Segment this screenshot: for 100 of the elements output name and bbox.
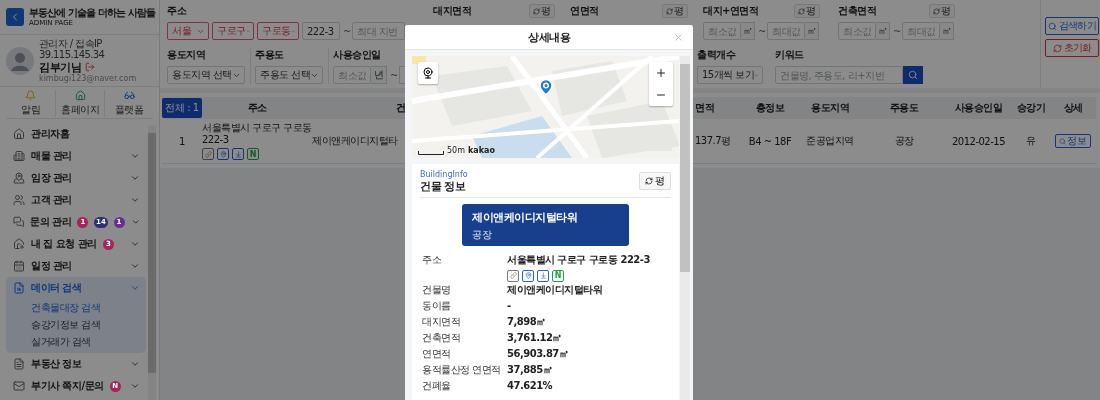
naver-link[interactable]: N	[552, 269, 564, 282]
user-email: kimbugi123@naver.com	[39, 73, 138, 84]
house-plus-icon	[13, 238, 25, 250]
info-button[interactable]: 정보	[1055, 134, 1091, 148]
table-cell: 1	[179, 135, 185, 147]
quick-link[interactable]: 플랫폼	[104, 90, 153, 117]
search-button[interactable]	[903, 66, 923, 84]
plus-icon	[655, 67, 668, 79]
refresh-icon	[666, 7, 673, 15]
chevron-down-icon[interactable]	[130, 195, 140, 205]
chevron-down-icon[interactable]	[130, 261, 140, 271]
table-cell: 제이앤케이디지털타	[312, 134, 398, 148]
menu-item[interactable]: 매물 관리	[31, 149, 72, 163]
info-label: 주소	[422, 252, 442, 267]
input-field[interactable]	[399, 66, 405, 84]
unit-toggle[interactable]: 평	[794, 4, 820, 18]
dropdown[interactable]: 서울	[167, 22, 209, 40]
column-header: 층정보	[755, 101, 785, 115]
dropdown[interactable]: 주용도 선택	[255, 66, 323, 84]
chevron-down-icon[interactable]	[130, 283, 140, 293]
table-cell: 서울특별시 구로구 구로동 222-3	[202, 122, 312, 146]
info-value: 37,885㎡	[507, 362, 553, 377]
dropdown[interactable]: 구로동	[257, 22, 299, 40]
scale-bar	[418, 151, 444, 155]
menu-item[interactable]: 내 집 요청 관리	[31, 237, 97, 251]
link-icon	[204, 150, 212, 158]
range-separator: ~	[343, 25, 349, 37]
mail-icon	[13, 380, 25, 392]
document-icon	[13, 358, 25, 370]
info-label: 대지면적	[422, 314, 461, 329]
menu-item[interactable]: 데이터 검색	[31, 281, 82, 295]
map-logo: kakao	[468, 146, 495, 155]
search-button[interactable]: 검색하기	[1045, 17, 1099, 35]
submenu-item[interactable]: 실거래가 검색	[6, 333, 146, 350]
info-value: 3,761.12㎡	[507, 330, 562, 345]
column-header: 승강기	[1016, 101, 1046, 115]
scrollbar[interactable]	[680, 56, 690, 400]
bell-icon	[25, 90, 36, 101]
chevron-down-icon[interactable]	[130, 381, 140, 391]
range-separator: ~	[758, 25, 764, 37]
link-button[interactable]	[202, 148, 214, 160]
chevron-down-icon[interactable]	[130, 173, 140, 183]
roadview-button[interactable]	[418, 62, 438, 84]
modal-title: 상세내용	[528, 29, 570, 45]
menu-item[interactable]: 부기사 쪽지/문의	[31, 379, 104, 393]
unit-toggle[interactable]: 평	[529, 4, 555, 18]
reset-button[interactable]: 초기화	[1045, 39, 1099, 57]
menu-item[interactable]: 임장 관리	[31, 171, 72, 185]
download-icon	[539, 272, 547, 280]
column-header: 면적	[695, 101, 714, 115]
quick-link[interactable]: 홈페이지	[55, 90, 104, 117]
menu-item[interactable]: 부동산 정보	[31, 357, 82, 371]
column-header: 상세	[1063, 101, 1083, 115]
unit-label: ㎡	[940, 22, 954, 40]
chevron-down-icon[interactable]	[130, 359, 140, 369]
scrollbar-thumb[interactable]	[680, 64, 690, 272]
search-icon	[908, 70, 918, 80]
table-cell: 2012-02-15	[951, 135, 1006, 147]
download-icon	[234, 150, 242, 158]
menu-item[interactable]: 일정 관리	[31, 259, 72, 273]
column-header: 주소	[247, 101, 267, 115]
submenu-item[interactable]: 건축물대장 검색	[6, 299, 146, 316]
info-label: 용적률산정 연면적	[422, 362, 502, 377]
building-use: 공장	[472, 227, 493, 242]
field-label: 주용도	[255, 48, 284, 62]
dropdown[interactable]: 15개씩 보기	[697, 66, 763, 84]
refresh-icon	[798, 7, 805, 15]
dropdown[interactable]: 용도지역 선택	[167, 66, 245, 84]
download-button[interactable]	[537, 269, 549, 282]
menu-item[interactable]: 관리자홈	[31, 127, 69, 141]
menu-item[interactable]: 고객 관리	[31, 193, 72, 207]
submenu-item[interactable]: 승강기정보 검색	[6, 316, 146, 333]
input-field[interactable]: 222-3	[302, 22, 340, 40]
link-button[interactable]	[507, 269, 519, 282]
info-value: 제이앤케이디지털타워	[507, 282, 602, 297]
refresh-icon	[645, 177, 654, 186]
logout-icon[interactable]	[85, 62, 95, 73]
users-icon	[13, 194, 25, 206]
webcam-icon	[422, 67, 434, 79]
unit-toggle[interactable]: 평	[639, 172, 672, 191]
avatar-icon	[6, 46, 34, 75]
chat-icon	[13, 216, 25, 228]
unit-label: ㎡	[805, 22, 819, 40]
menu-item[interactable]: 문의 관리	[30, 215, 72, 229]
refresh-icon	[1052, 43, 1062, 53]
chevron-down-icon[interactable]	[130, 217, 140, 227]
table-cell: B4 ~ 18F	[748, 135, 792, 147]
chevron-down-icon[interactable]	[130, 239, 140, 249]
field-label: 사용승인일	[333, 48, 381, 62]
unit-toggle[interactable]: 평	[662, 4, 688, 18]
map-button[interactable]	[522, 269, 534, 282]
card-eyebrow: BuildingInfo	[420, 170, 468, 180]
download-button[interactable]	[232, 148, 244, 160]
dropdown[interactable]: 구로구	[212, 22, 254, 40]
back-button[interactable]	[6, 8, 24, 26]
unit-toggle[interactable]: 평	[929, 4, 955, 18]
table-cell: 유	[1026, 134, 1036, 148]
chevron-down-icon[interactable]	[130, 151, 140, 161]
brand-title: 부동산에 기술을 더하는 사람들	[29, 7, 156, 19]
quick-link[interactable]: 알림	[6, 90, 55, 117]
